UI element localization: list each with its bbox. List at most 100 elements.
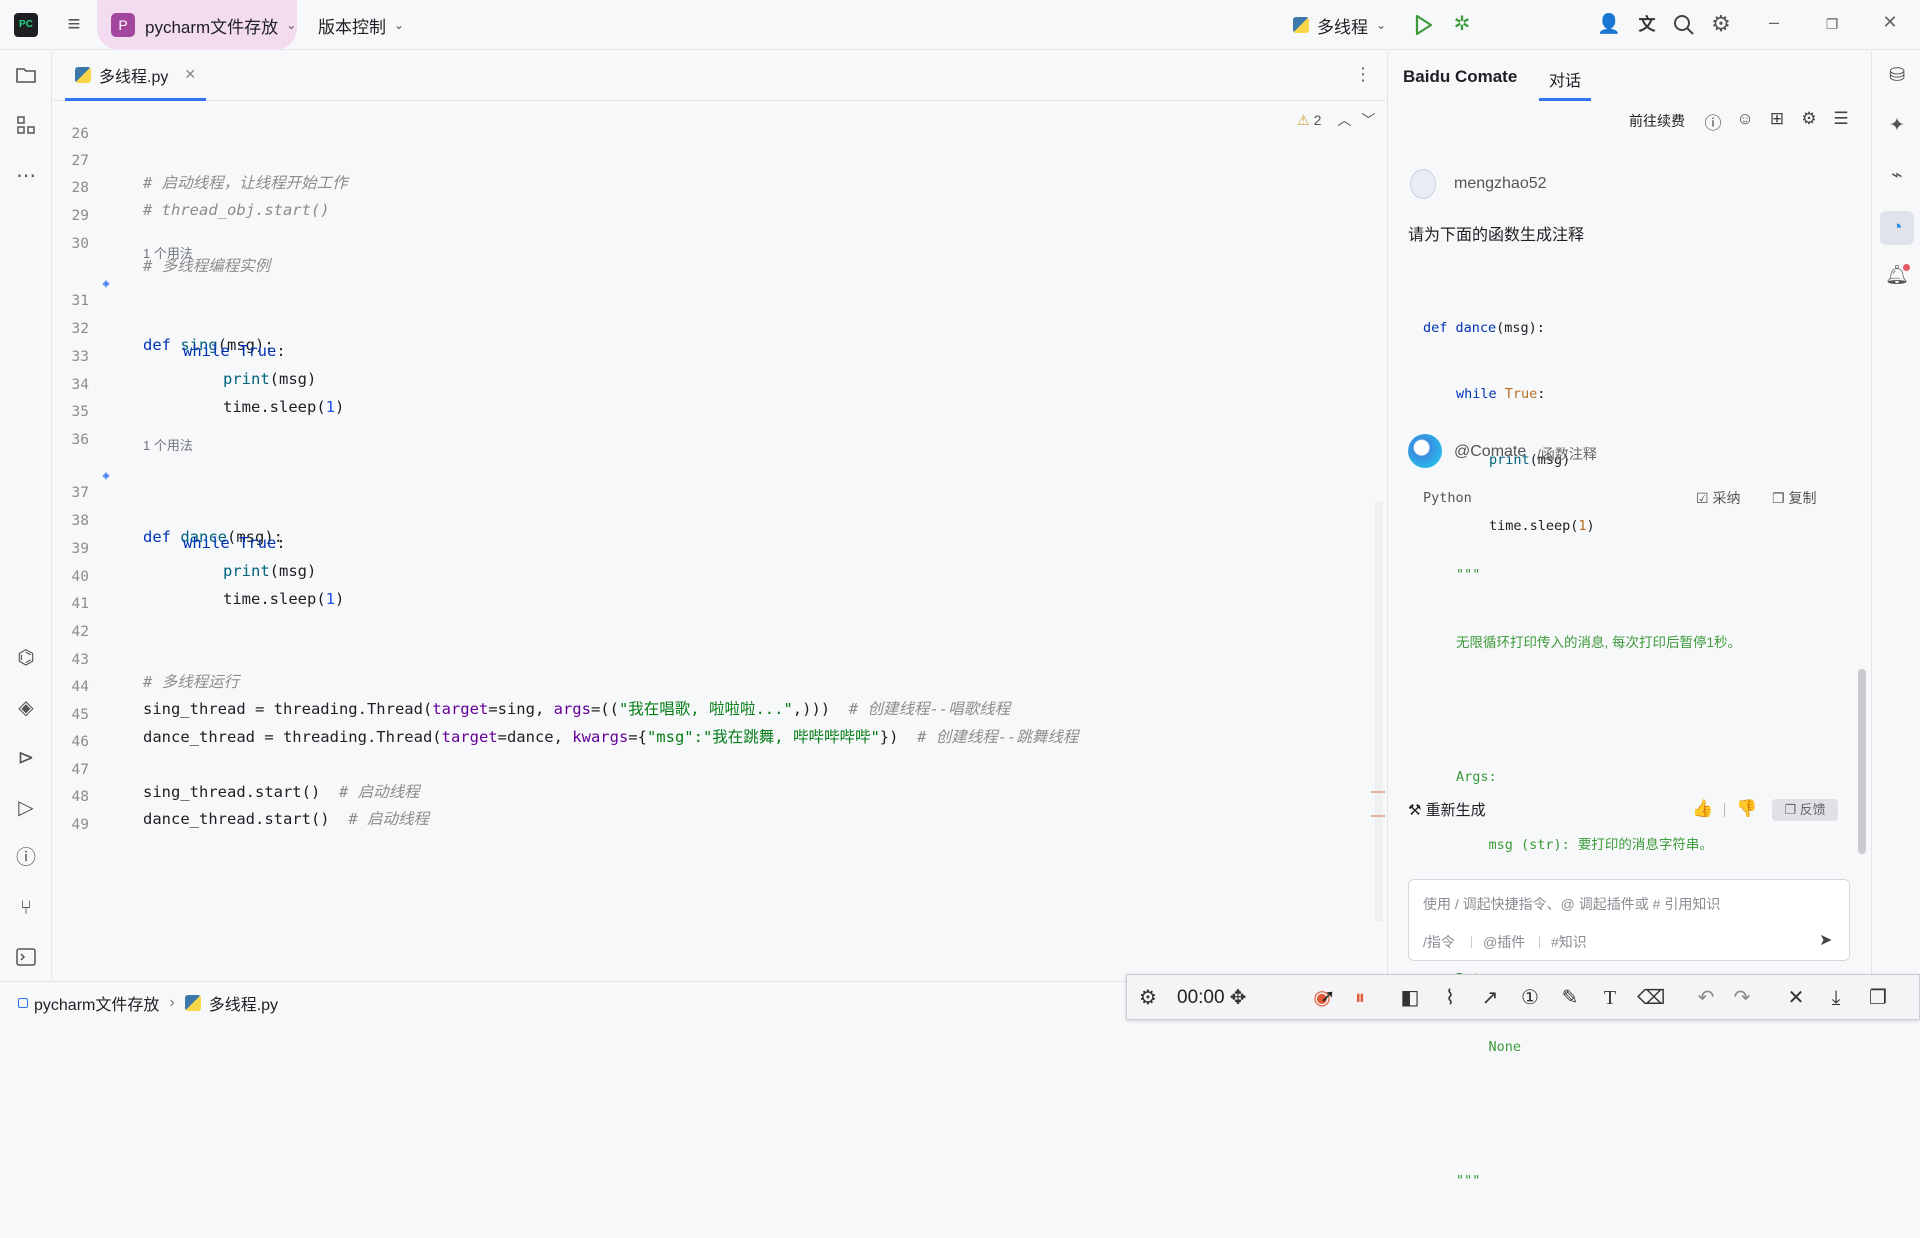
copy-button[interactable]: ❐ 复制 [1772, 488, 1816, 508]
more-tools-icon[interactable]: ⋯ [13, 163, 39, 189]
terminal-icon[interactable] [13, 945, 39, 971]
thumbs-down-icon[interactable]: 👎 [1736, 799, 1758, 819]
python-console-icon[interactable]: ⌬ [13, 645, 39, 671]
run-tool-icon[interactable]: ▷ [13, 795, 39, 821]
code-line[interactable]: 26 [53, 101, 1353, 142]
ai-assistant-icon[interactable]: ✦ [1884, 113, 1910, 139]
close-recorder-icon[interactable]: ✕ [1783, 985, 1809, 1011]
code-line[interactable]: 44 sing_thread = threading.Thread(target… [53, 654, 1353, 718]
project-folder-icon[interactable] [13, 63, 39, 89]
code-line[interactable]: 43 # 多线程运行 [53, 627, 1353, 691]
pen-tool-icon[interactable]: ✎ [1557, 985, 1583, 1011]
database-icon[interactable]: ⛁ [1884, 63, 1910, 89]
plugins-icon[interactable]: ⊞ [1766, 109, 1788, 129]
accept-button[interactable]: ☑ 采纳 [1696, 488, 1740, 508]
chevron-down-icon[interactable]: ﹀ [1361, 110, 1375, 130]
project-switcher[interactable]: P pycharm文件存放 ⌄ [111, 0, 296, 50]
implementation-marker-icon[interactable]: ◈ [99, 464, 113, 482]
breadcrumb-project[interactable]: pycharm文件存放 [34, 991, 159, 1015]
redo-icon[interactable]: ↷ [1729, 985, 1755, 1011]
services-icon[interactable]: ⊳ [13, 745, 39, 771]
code-line[interactable]: 32 while True: [53, 296, 1353, 360]
code-line[interactable]: 38 while True: [53, 488, 1353, 552]
usage-hint[interactable]: 1 个用法 [143, 243, 193, 262]
code-line[interactable]: 47 sing_thread.start() # 启动线程 [53, 737, 1353, 801]
tab-options-icon[interactable]: ⋮ [1353, 64, 1373, 88]
recorder-settings-icon[interactable]: ⚙ [1135, 985, 1161, 1011]
text-tool-icon[interactable]: T [1597, 985, 1623, 1011]
usage-hint[interactable]: 1 个用法 [143, 435, 193, 454]
regenerate-button[interactable]: ⚒ 重新生成 [1408, 799, 1486, 820]
window-copy-icon[interactable]: ❐ [1865, 985, 1891, 1011]
run-icon[interactable] [1410, 12, 1436, 38]
editor-scrollbar[interactable] [1375, 501, 1383, 921]
pause-record-icon[interactable]: ⏸︎ [1347, 985, 1373, 1011]
tab-multithreading-py[interactable]: 多线程.py ✕ [65, 51, 207, 101]
vcs-menu[interactable]: 版本控制 ⌄ [318, 0, 404, 50]
number-marker-icon[interactable]: ① [1517, 985, 1543, 1011]
history-list-icon[interactable]: ☰ [1830, 109, 1852, 129]
layers-icon[interactable]: ◈ [13, 695, 39, 721]
comate-panel: Baidu Comate 对话 前往续费 ⓘ ☺ ⊞ ⚙ ☰ mengzhao5… [1387, 51, 1870, 1189]
code-line[interactable]: 29 [53, 183, 1353, 224]
minimize-icon[interactable]: – [1762, 12, 1786, 36]
help-icon[interactable]: ⓘ [1702, 109, 1724, 134]
code-line[interactable]: 35 [53, 379, 1353, 420]
code-line[interactable]: 33 print(msg) [53, 324, 1353, 388]
problems-icon[interactable]: ⓘ [13, 845, 39, 871]
run-config-selector[interactable]: 多线程 ⌄ [1293, 0, 1386, 50]
shape-tool-icon[interactable]: ◧ [1397, 985, 1423, 1011]
translate-icon[interactable]: 文 [1634, 12, 1660, 38]
chip-plugin[interactable]: @插件 [1483, 932, 1525, 952]
tab-chat[interactable]: 对话 [1539, 51, 1592, 101]
code-line[interactable]: 40 time.sleep(1) [53, 544, 1353, 608]
structure-icon[interactable] [13, 113, 39, 139]
send-icon[interactable]: ➤ [1819, 930, 1832, 950]
chat-input-box[interactable]: 使用 / 调起快捷指令、@ 调起插件或 # 引用知识 /指令 @插件 #知识 ➤ [1408, 879, 1850, 961]
comate-title: Baidu Comate [1403, 67, 1518, 86]
thumbs-up-icon[interactable]: 👍 [1692, 799, 1714, 819]
user-feedback-icon[interactable]: ☺ [1734, 109, 1756, 129]
code-line[interactable]: 27 # 启动线程，让线程开始工作 [53, 128, 1353, 192]
git-icon[interactable]: ⑂ [13, 895, 39, 921]
code-line[interactable]: 31 ◈ def sing(msg): [53, 268, 1353, 354]
debug-icon[interactable]: ✲ [1449, 11, 1475, 37]
panel-scrollbar-thumb[interactable] [1858, 669, 1866, 854]
comate-icon[interactable]: ◔ [1880, 211, 1914, 245]
renew-link[interactable]: 前往续费 [1629, 111, 1685, 131]
code-line[interactable]: 39 print(msg) [53, 516, 1353, 580]
chat-input-placeholder[interactable]: 使用 / 调起快捷指令、@ 调起插件或 # 引用知识 [1423, 894, 1720, 914]
download-icon[interactable]: ⤓ [1823, 985, 1849, 1011]
breadcrumb-file[interactable]: 多线程.py [209, 991, 278, 1015]
move-icon[interactable]: ✥ [1225, 985, 1251, 1011]
docstring-line: None [1456, 1038, 1522, 1055]
add-user-icon[interactable]: 👤 [1596, 12, 1622, 38]
settings-gear-icon[interactable]: ⚙ [1708, 11, 1734, 37]
feedback-button[interactable]: ❐ 反馈 [1772, 799, 1838, 821]
close-icon[interactable]: ✕ [1878, 12, 1902, 36]
undo-icon[interactable]: ↶ [1693, 985, 1719, 1011]
polyline-tool-icon[interactable]: ⌇ [1437, 985, 1463, 1011]
arrow-tool-icon[interactable]: ↗ [1477, 985, 1503, 1011]
eraser-icon[interactable]: ⌫ [1637, 985, 1665, 1011]
code-line[interactable]: 28 # thread_obj.start() [53, 155, 1353, 219]
implementation-marker-icon[interactable]: ◈ [99, 272, 113, 290]
code-line[interactable]: 37 ◈ def dance(msg): [53, 460, 1353, 546]
code-line[interactable]: 34 time.sleep(1) [53, 352, 1353, 416]
code-line[interactable]: 46 [53, 709, 1353, 750]
code-line[interactable]: 49 [53, 792, 1353, 833]
panel-settings-icon[interactable]: ⚙ [1798, 109, 1820, 129]
search-icon[interactable] [1671, 12, 1697, 38]
restore-icon[interactable]: ❐ [1820, 12, 1844, 36]
main-menu-icon[interactable]: ≡ [62, 12, 86, 36]
code-line[interactable]: 36 [53, 407, 1353, 448]
code-line[interactable]: 30 # 多线程编程实例 [53, 211, 1353, 275]
chip-knowledge[interactable]: #知识 [1551, 932, 1587, 952]
profiler-icon[interactable]: ⌁ [1884, 163, 1910, 189]
chip-command[interactable]: /指令 [1423, 932, 1455, 952]
code-line[interactable]: 41 [53, 571, 1353, 612]
close-tab-icon[interactable]: ✕ [184, 66, 196, 83]
code-line[interactable]: 42 [53, 599, 1353, 640]
code-line[interactable]: 45 dance_thread = threading.Thread(targe… [53, 682, 1353, 746]
code-line[interactable]: 48 dance_thread.start() # 启动线程 [53, 764, 1353, 828]
